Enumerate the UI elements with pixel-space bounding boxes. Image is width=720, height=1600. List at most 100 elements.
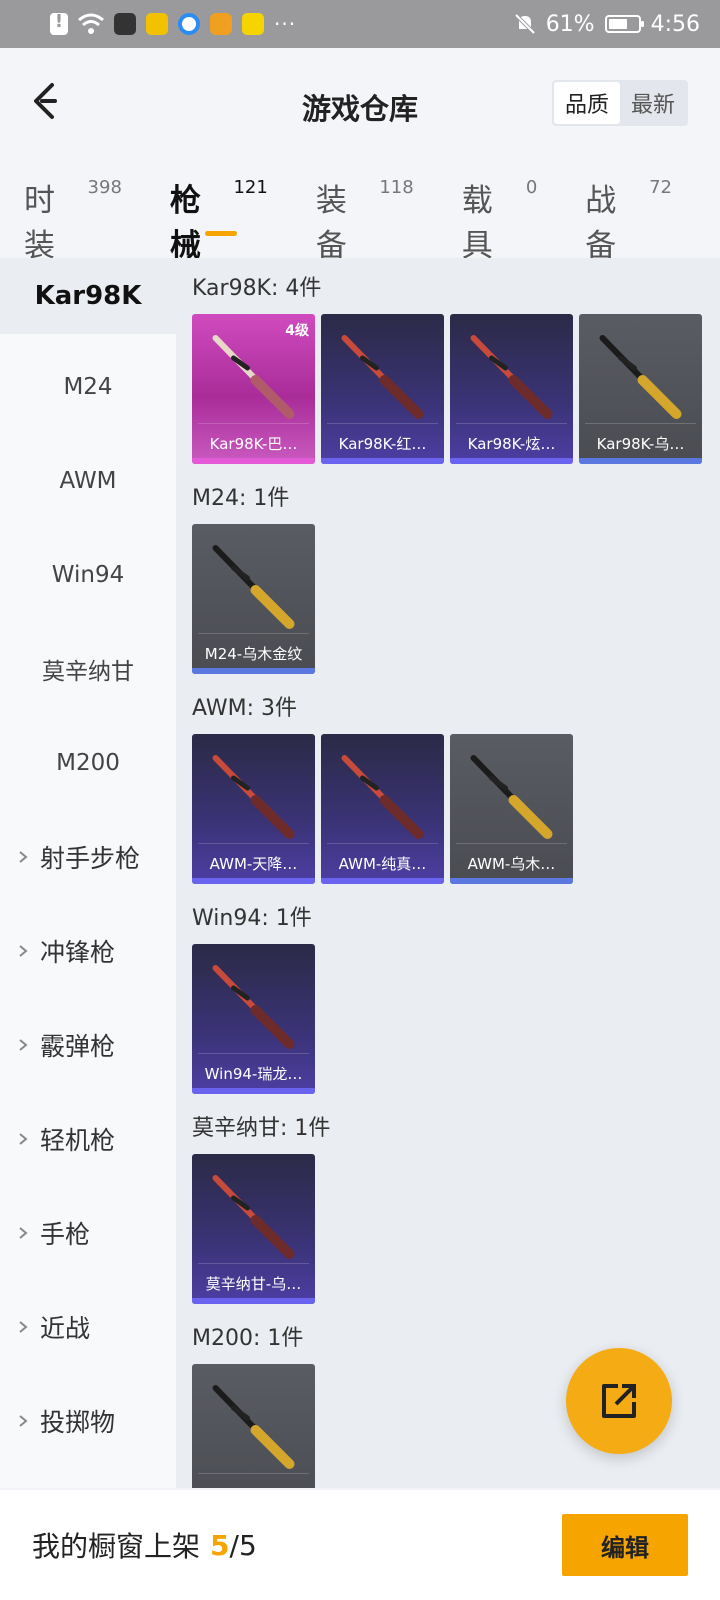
sidebar-item-m200[interactable]: M200 (0, 716, 176, 810)
app-icon (242, 13, 264, 35)
tab-outfits[interactable]: 时装 398 (24, 175, 122, 264)
showcase-count: 5 (210, 1528, 230, 1562)
skin-name: Kar98K-巴… (209, 435, 298, 453)
tab-count: 118 (379, 177, 414, 198)
tab-equipment[interactable]: 装备 118 (316, 175, 414, 264)
skin-card[interactable]: Kar98K-炫… (450, 314, 573, 464)
skin-card[interactable]: Win94-瑞龙… (192, 944, 315, 1094)
tab-label: 装备 (315, 183, 347, 264)
card-divider (198, 1473, 309, 1474)
sidebar-item-m24[interactable]: M24 (0, 340, 176, 434)
clock: 4:56 (650, 11, 700, 37)
skin-name: AWM-乌木… (467, 855, 556, 873)
app-icon (146, 13, 168, 35)
sidebar-group-melee[interactable]: 近战 (0, 1280, 176, 1374)
skin-card[interactable]: AWM-天降… (192, 734, 315, 884)
tab-supplies[interactable]: 战备 72 (585, 175, 672, 264)
tab-label: 枪械 (169, 183, 201, 264)
sidebar-group-label: 霰弹枪 (40, 1032, 116, 1061)
more-notifications-icon: ··· (274, 12, 297, 36)
alert-icon (50, 11, 68, 35)
rifle-icon (212, 1175, 295, 1259)
share-button[interactable] (566, 1348, 672, 1454)
back-button[interactable] (18, 76, 68, 126)
rifle-icon (470, 755, 553, 839)
sort-latest-button[interactable]: 最新 (620, 82, 686, 124)
tab-vehicles[interactable]: 载具 0 (462, 175, 538, 264)
tab-label: 载具 (461, 183, 493, 264)
rarity-bar (192, 1088, 315, 1094)
skin-card[interactable]: Kar98K-红… (321, 314, 444, 464)
tab-label: 时装 (24, 183, 55, 264)
sidebar-group-marksman[interactable]: 射手步枪 (0, 810, 176, 904)
sidebar-group-label: 投掷物 (40, 1408, 116, 1437)
share-external-icon (602, 1384, 636, 1418)
chevron-right-icon (19, 1415, 28, 1427)
back-arrow-icon (34, 83, 57, 119)
sidebar-group-pistol[interactable]: 手枪 (0, 1186, 176, 1280)
sort-toggle: 品质 最新 (552, 80, 688, 126)
edit-button[interactable]: 编辑 (562, 1514, 688, 1576)
skin-name: AWM-纯真… (338, 855, 427, 873)
skin-card[interactable]: M24-乌木金纹 (192, 524, 315, 674)
rarity-bar (192, 668, 315, 674)
chevron-right-icon (19, 945, 28, 957)
section-title: Kar98K: 4件 (192, 276, 322, 301)
showcase-bar: 我的橱窗上架 5 / 5 编辑 (0, 1490, 720, 1600)
skin-grid: AWM-天降… AWM-纯真… AWM-乌木… (192, 734, 720, 884)
tab-firearms[interactable]: 枪械 121 (170, 175, 268, 264)
card-divider (327, 423, 438, 424)
tab-label: 战备 (585, 183, 617, 264)
rifle-icon (341, 755, 424, 839)
sidebar-item-kar98k[interactable]: Kar98K (0, 258, 176, 334)
rarity-bar (192, 458, 315, 464)
weapon-content: Kar98K: 4件 4级 Kar98K-巴… Kar98K-红… Kar98K-炫… K… (176, 258, 720, 1488)
sidebar-group-label: 轻机枪 (40, 1126, 116, 1155)
category-tabs: 时装 398 枪械 121 装备 118 载具 0 战备 72 (0, 175, 720, 264)
sort-quality-button[interactable]: 品质 (554, 82, 620, 124)
card-divider (585, 423, 696, 424)
skin-name: AWM-天降… (209, 855, 298, 873)
rarity-bar (579, 458, 702, 464)
weapon-sidebar: Kar98K M24 AWM Win94 莫辛纳甘 M200 射手步枪 冲锋枪 … (0, 258, 176, 1488)
section-title: M24: 1件 (192, 486, 290, 511)
section-title: 莫辛纳甘: 1件 (192, 1116, 331, 1141)
card-divider (456, 423, 567, 424)
sidebar-group-label: 冲锋枪 (40, 938, 116, 967)
card-divider (198, 423, 309, 424)
rarity-bar (321, 878, 444, 884)
skin-level-badge: 4级 (285, 323, 309, 339)
rifle-icon (212, 1385, 295, 1469)
section-title: Win94: 1件 (192, 906, 312, 931)
skin-card[interactable]: 4级 Kar98K-巴… (192, 314, 315, 464)
bag-app-icon (114, 13, 136, 35)
rifle-icon (470, 335, 553, 419)
rarity-bar (450, 458, 573, 464)
chevron-right-icon (19, 1321, 28, 1333)
sidebar-item-mosin[interactable]: 莫辛纳甘 (0, 622, 176, 716)
section-title: AWM: 3件 (192, 696, 297, 721)
sidebar-item-awm[interactable]: AWM (0, 434, 176, 528)
rifle-icon (599, 335, 682, 419)
skin-name: M24-乌木金纹 (204, 645, 303, 663)
card-divider (456, 843, 567, 844)
skin-card[interactable]: 莫辛纳甘-乌… (192, 1154, 315, 1304)
sidebar-group-smg[interactable]: 冲锋枪 (0, 904, 176, 998)
sidebar-item-win94[interactable]: Win94 (0, 528, 176, 622)
sidebar-group-lmg[interactable]: 轻机枪 (0, 1092, 176, 1186)
sidebar-group-throwables[interactable]: 投掷物 (0, 1374, 176, 1468)
rifle-icon (212, 755, 295, 839)
sidebar-group-shotgun[interactable]: 霰弹枪 (0, 998, 176, 1092)
skin-name: Kar98K-乌… (596, 435, 685, 453)
skin-card[interactable]: AWM-纯真… (321, 734, 444, 884)
weapon-sections: Kar98K: 4件 4级 Kar98K-巴… Kar98K-红… Kar98K-炫… K… (192, 258, 720, 1488)
card-divider (198, 843, 309, 844)
skin-card[interactable]: AWM-乌木… (450, 734, 573, 884)
card-divider (198, 1053, 309, 1054)
chevron-right-icon (19, 1039, 28, 1051)
card-divider (327, 843, 438, 844)
rifle-icon (212, 335, 295, 419)
sidebar-group-label: 手枪 (40, 1220, 91, 1249)
skin-card[interactable] (192, 1364, 315, 1488)
skin-card[interactable]: Kar98K-乌… (579, 314, 702, 464)
